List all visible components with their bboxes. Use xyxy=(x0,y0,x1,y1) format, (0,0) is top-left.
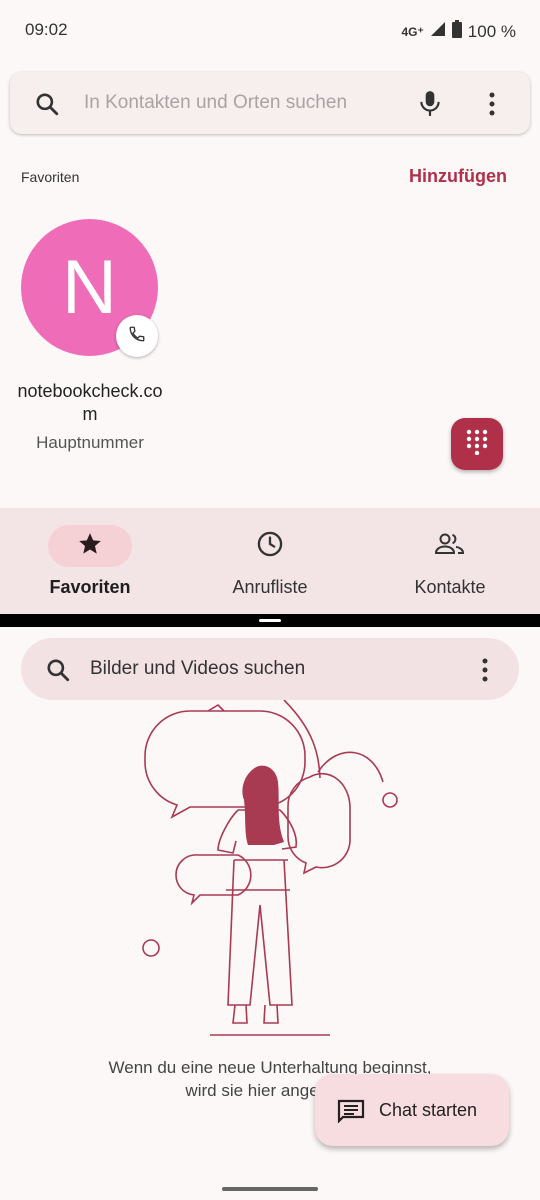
nav-contacts-label: Kontakte xyxy=(414,577,486,597)
search-icon xyxy=(34,91,60,122)
contact-name[interactable]: notebookcheck.co m xyxy=(0,380,180,426)
call-button[interactable] xyxy=(116,315,158,357)
clock-icon xyxy=(256,530,284,563)
star-icon xyxy=(77,531,103,562)
nav-favorites-indicator xyxy=(48,525,132,567)
contact-number-type: Hauptnummer xyxy=(36,433,144,452)
chat-icon xyxy=(337,1099,365,1128)
nav-contacts-indicator xyxy=(408,525,492,567)
contacts-search-input[interactable]: In Kontakten und Orten suchen xyxy=(84,92,347,114)
status-time: 09:02 xyxy=(25,20,68,39)
more-vert-icon[interactable] xyxy=(488,92,496,121)
nav-contacts[interactable]: Kontakte xyxy=(360,508,540,614)
start-chat-label: Chat starten xyxy=(379,1100,478,1120)
empty-state-illustration xyxy=(130,699,410,1045)
people-icon xyxy=(434,531,466,562)
contact-name-line2: m xyxy=(82,404,98,424)
home-indicator[interactable] xyxy=(222,1187,318,1191)
more-vert-icon[interactable] xyxy=(481,658,489,687)
start-chat-button[interactable]: Chat starten xyxy=(315,1074,509,1146)
dialpad-button[interactable] xyxy=(451,418,503,470)
battery-icon xyxy=(451,20,462,43)
signal-icon xyxy=(430,21,446,42)
battery-level: 100 % xyxy=(467,21,516,41)
dialpad-icon xyxy=(466,429,488,460)
nav-call-log-indicator xyxy=(228,525,312,567)
search-icon xyxy=(45,657,71,688)
add-favorite-button[interactable]: Hinzufügen xyxy=(409,166,507,187)
nav-call-log[interactable]: Anrufliste xyxy=(180,508,360,614)
favorites-header: Favoriten xyxy=(21,169,80,185)
contacts-search-bar[interactable]: In Kontakten und Orten suchen xyxy=(10,72,530,134)
messages-search-input[interactable]: Bilder und Videos suchen xyxy=(90,658,305,680)
nav-favorites-label: Favoriten xyxy=(49,577,131,597)
split-screen-handle[interactable] xyxy=(259,619,281,622)
bottom-navigation: Favoriten Anrufliste Kontakte xyxy=(0,508,540,614)
microphone-icon[interactable] xyxy=(417,89,443,122)
nav-favorites[interactable]: Favoriten xyxy=(0,508,180,614)
contact-name-line1: notebookcheck.co xyxy=(17,381,163,401)
messages-search-bar[interactable]: Bilder und Videos suchen xyxy=(21,638,519,700)
nav-call-log-label: Anrufliste xyxy=(232,577,308,597)
network-type: 4G⁺ xyxy=(401,24,424,39)
phone-icon xyxy=(128,325,146,348)
status-indicators: 4G⁺ 100 % xyxy=(401,20,516,43)
